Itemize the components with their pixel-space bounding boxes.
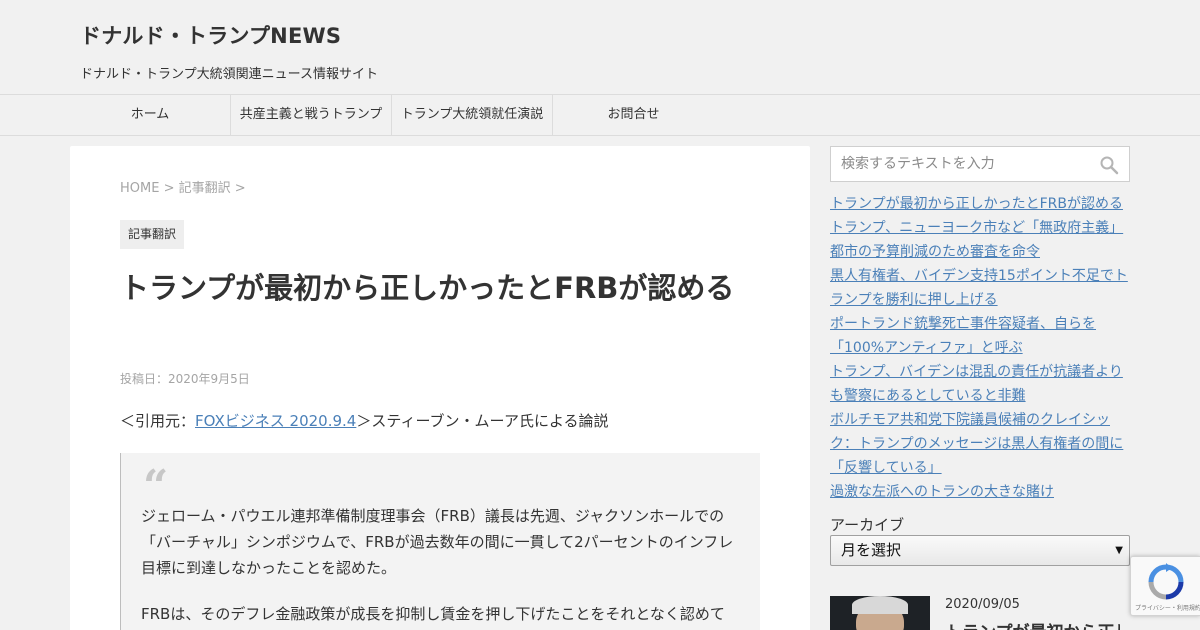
article-title: トランプが最初から正しかったとFRBが認める	[120, 271, 735, 305]
article-container: HOME > 記事翻訳 > 記事翻訳 トランプが最初から正しかったとFRBが認め…	[70, 146, 810, 630]
chevron-down-icon: ▼	[1115, 545, 1123, 556]
source-link[interactable]: FOXビジネス 2020.9.4	[195, 412, 356, 430]
archive-heading: アーカイブ	[830, 516, 905, 534]
thumbnail-hair	[852, 596, 908, 614]
recent-post-link[interactable]: トランプが最初から正しかったとFRBが認める	[830, 192, 1132, 216]
archive-select-value: 月を選択	[841, 541, 902, 559]
recent-post-link[interactable]: ポートランド銃撃死亡事件容疑者、自らを「100%アンティファ」と呼ぶ	[830, 312, 1132, 360]
breadcrumb-separator: >	[234, 181, 246, 196]
latest-post-date: 2020/09/05	[945, 597, 1020, 612]
recent-post-link[interactable]: ボルチモア共和党下院議員候補のクレイシック：トランプのメッセージは黒人有権者の間…	[830, 408, 1132, 480]
search-box	[830, 146, 1130, 182]
search-input[interactable]	[831, 147, 1091, 181]
recent-post-link[interactable]: 過激な左派へのトランの大きな賭け	[830, 480, 1132, 504]
breadcrumb-home[interactable]: HOME	[120, 181, 159, 196]
category-badge[interactable]: 記事翻訳	[120, 220, 185, 249]
nav-item-contact[interactable]: お問合せ	[553, 95, 714, 135]
recent-posts-list: トランプが最初から正しかったとFRBが認める トランプ、ニューヨーク市など「無政…	[830, 192, 1132, 504]
quote-paragraph: ジェローム・パウエル連邦準備制度理事会（FRB）議長は先週、ジャクソンホールでの…	[141, 507, 734, 577]
recent-post-link[interactable]: トランプ、バイデンは混乱の責任が抗議者よりも警察にあるとしていると非難	[830, 360, 1132, 408]
latest-post-thumbnail[interactable]	[830, 596, 930, 630]
quote-paragraph: FRBは、そのデフレ金融政策が成長を抑制し賃金を押し下げたことをそれとなく認めて	[141, 605, 725, 623]
recaptcha-badge[interactable]: プライバシー・利用規約	[1130, 556, 1200, 616]
nav-item-home[interactable]: ホーム	[70, 95, 231, 135]
site-title[interactable]: ドナルド・トランプNEWS	[80, 20, 341, 50]
source-prefix: ＜引用元：	[120, 412, 196, 430]
post-date: 投稿日：2020年9月5日	[120, 372, 250, 386]
breadcrumb-separator: >	[163, 181, 175, 196]
site-description: ドナルド・トランプ大統領関連ニュース情報サイト	[80, 67, 378, 82]
archive-select[interactable]: 月を選択 ▼	[830, 535, 1130, 566]
latest-post-title[interactable]: トランプが最初から正しかったとFRBが認める	[945, 618, 1120, 630]
article-blockquote: “ ジェローム・パウエル連邦準備制度理事会（FRB）議長は先週、ジャクソンホール…	[120, 453, 760, 630]
breadcrumb: HOME > 記事翻訳 >	[120, 177, 246, 196]
source-citation: ＜引用元：FOXビジネス 2020.9.4＞スティーブン・ムーア氏による論説	[120, 410, 609, 431]
recent-post-link[interactable]: トランプ、ニューヨーク市など「無政府主義」都市の予算削減のため審査を命令	[830, 216, 1132, 264]
site-header: ドナルド・トランプNEWS ドナルド・トランプ大統領関連ニュース情報サイト	[0, 0, 1200, 94]
search-icon[interactable]	[1099, 155, 1119, 175]
nav-item-inauguration-speech[interactable]: トランプ大統領就任演説	[392, 95, 553, 135]
recent-post-link[interactable]: 黒人有権者、バイデン支持15ポイント不足でトランプを勝利に押し上げる	[830, 264, 1132, 312]
recaptcha-icon	[1148, 563, 1184, 600]
source-suffix: ＞スティーブン・ムーア氏による論説	[356, 412, 609, 430]
breadcrumb-category[interactable]: 記事翻訳	[179, 181, 231, 196]
recaptcha-text[interactable]: プライバシー・利用規約	[1135, 603, 1200, 612]
nav-item-anti-communism[interactable]: 共産主義と戦うトランプ	[231, 95, 392, 135]
global-nav: ホーム 共産主義と戦うトランプ トランプ大統領就任演説 お問合せ	[0, 94, 1200, 136]
